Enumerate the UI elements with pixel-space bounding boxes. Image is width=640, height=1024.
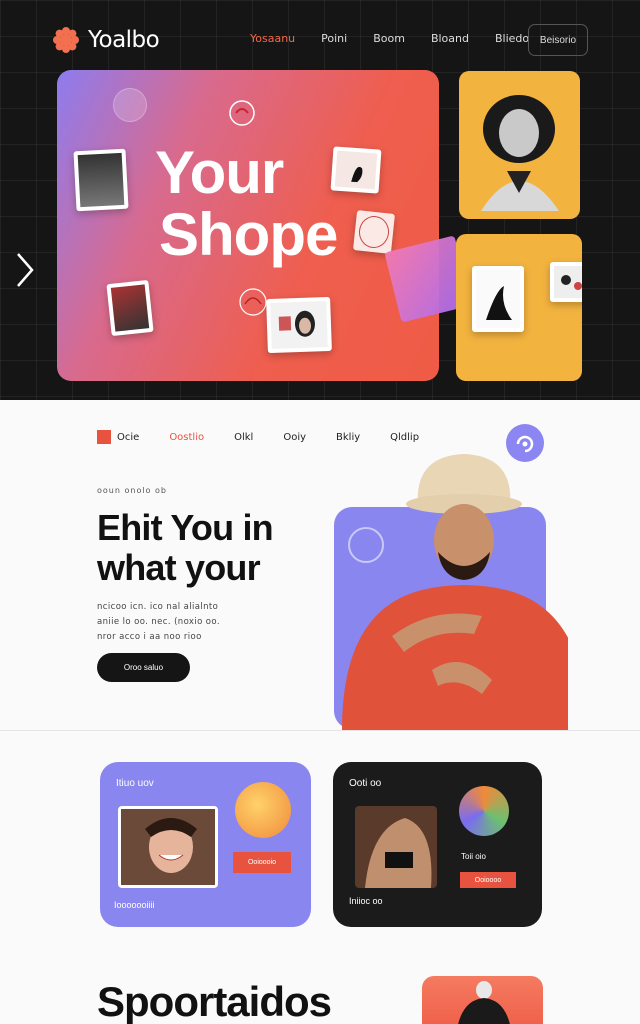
nav-item-1[interactable]: Yosaanu — [250, 32, 295, 45]
card1-title: Itiuo uov — [116, 778, 154, 789]
primary-cta-button[interactable]: Oroo saluo — [97, 653, 190, 682]
nav-cta-button[interactable]: Beisorio — [528, 24, 588, 56]
card1-photo — [118, 806, 218, 888]
section-title: Spoortaidos — [97, 978, 332, 1024]
section-divider — [0, 730, 640, 731]
nav-item-2[interactable]: Poini — [321, 32, 347, 45]
logo-text: Yoalbo — [88, 27, 160, 53]
sticker-portrait — [266, 296, 332, 354]
logo[interactable]: Yoalbo — [52, 26, 160, 54]
secondary-nav-item-3[interactable]: Olkl — [234, 432, 253, 443]
card2-photo — [355, 806, 437, 888]
hero-person-image — [342, 454, 568, 730]
intro-paragraph: ncicoo icn. ico nal alialnto aniie lo oo… — [97, 600, 297, 645]
paragraph-line-1: ncicoo icn. ico nal alialnto — [97, 602, 219, 612]
card2-button[interactable]: Ooioooo — [460, 872, 516, 888]
colorful-orb-decoration — [459, 786, 509, 836]
portrait-card-top[interactable] — [459, 71, 580, 219]
bubble-decoration — [113, 88, 147, 122]
chevron-left-icon[interactable] — [12, 250, 36, 290]
badge-icon — [229, 100, 255, 126]
sticker-figure — [472, 266, 524, 332]
card2-footer: Iniioc oo — [349, 896, 383, 906]
secondary-nav-item-1: Ocie — [117, 432, 140, 443]
portrait-card-bottom[interactable] — [456, 234, 582, 381]
card1-footer: Iooooooiiii — [114, 900, 155, 910]
paragraph-line-3: nror acco i aa noo rioo — [97, 632, 202, 642]
sticker-silhouette — [330, 146, 382, 194]
portrait-image — [481, 95, 559, 211]
gold-coin-decoration — [235, 782, 291, 838]
brand-square-icon — [97, 430, 111, 444]
flower-logo-icon — [53, 27, 79, 53]
secondary-nav-brand[interactable]: Ocie — [97, 430, 139, 444]
feature-card-dark[interactable]: Ooti oo Toii oio Ooioooo Iniioc oo — [333, 762, 542, 927]
nav-item-3[interactable]: Boom — [373, 32, 405, 45]
secondary-nav-item-4[interactable]: Ooiy — [283, 432, 306, 443]
nav-item-4[interactable]: Bloand — [431, 32, 469, 45]
feature-card-purple[interactable]: Itiuo uov Ooioooio Iooooooiiii — [100, 762, 311, 927]
headline-line1: Ehit You in — [97, 507, 274, 548]
main-nav: Yosaanu Poini Boom Bloand Bliedo — [250, 32, 529, 45]
hero-title: Your Shope — [155, 139, 338, 268]
sticker-tag — [353, 210, 395, 254]
bottom-preview-card[interactable] — [422, 976, 543, 1024]
hero-title-line1: Your — [155, 139, 284, 206]
sticker-small — [550, 262, 582, 302]
sticker-photo-2 — [106, 279, 154, 337]
card1-button[interactable]: Ooioooio — [233, 852, 291, 873]
intro-section: Ocie Oostlio Olkl Ooiy Bkliy Qldlip ooun… — [0, 400, 640, 730]
headline-line2: what your — [97, 547, 261, 588]
preview-person-image — [458, 981, 510, 1024]
eyebrow-text: ooun onolo ob — [97, 486, 167, 495]
headline: Ehit You in what your — [97, 507, 274, 588]
hero-banner[interactable]: Your Shope — [57, 70, 439, 381]
card2-title: Ooti oo — [349, 778, 382, 789]
secondary-nav-item-2[interactable]: Oostlio — [169, 432, 204, 443]
hero-section: Yoalbo Yosaanu Poini Boom Bloand Bliedo … — [0, 0, 640, 400]
paragraph-line-2: aniie lo oo. nec. (noxio oo. — [97, 617, 220, 627]
nav-item-5[interactable]: Bliedo — [495, 32, 529, 45]
card2-tag: Toii oio — [461, 852, 486, 861]
sticker-photo — [73, 148, 129, 212]
hero-title-line2: Shope — [159, 201, 338, 268]
